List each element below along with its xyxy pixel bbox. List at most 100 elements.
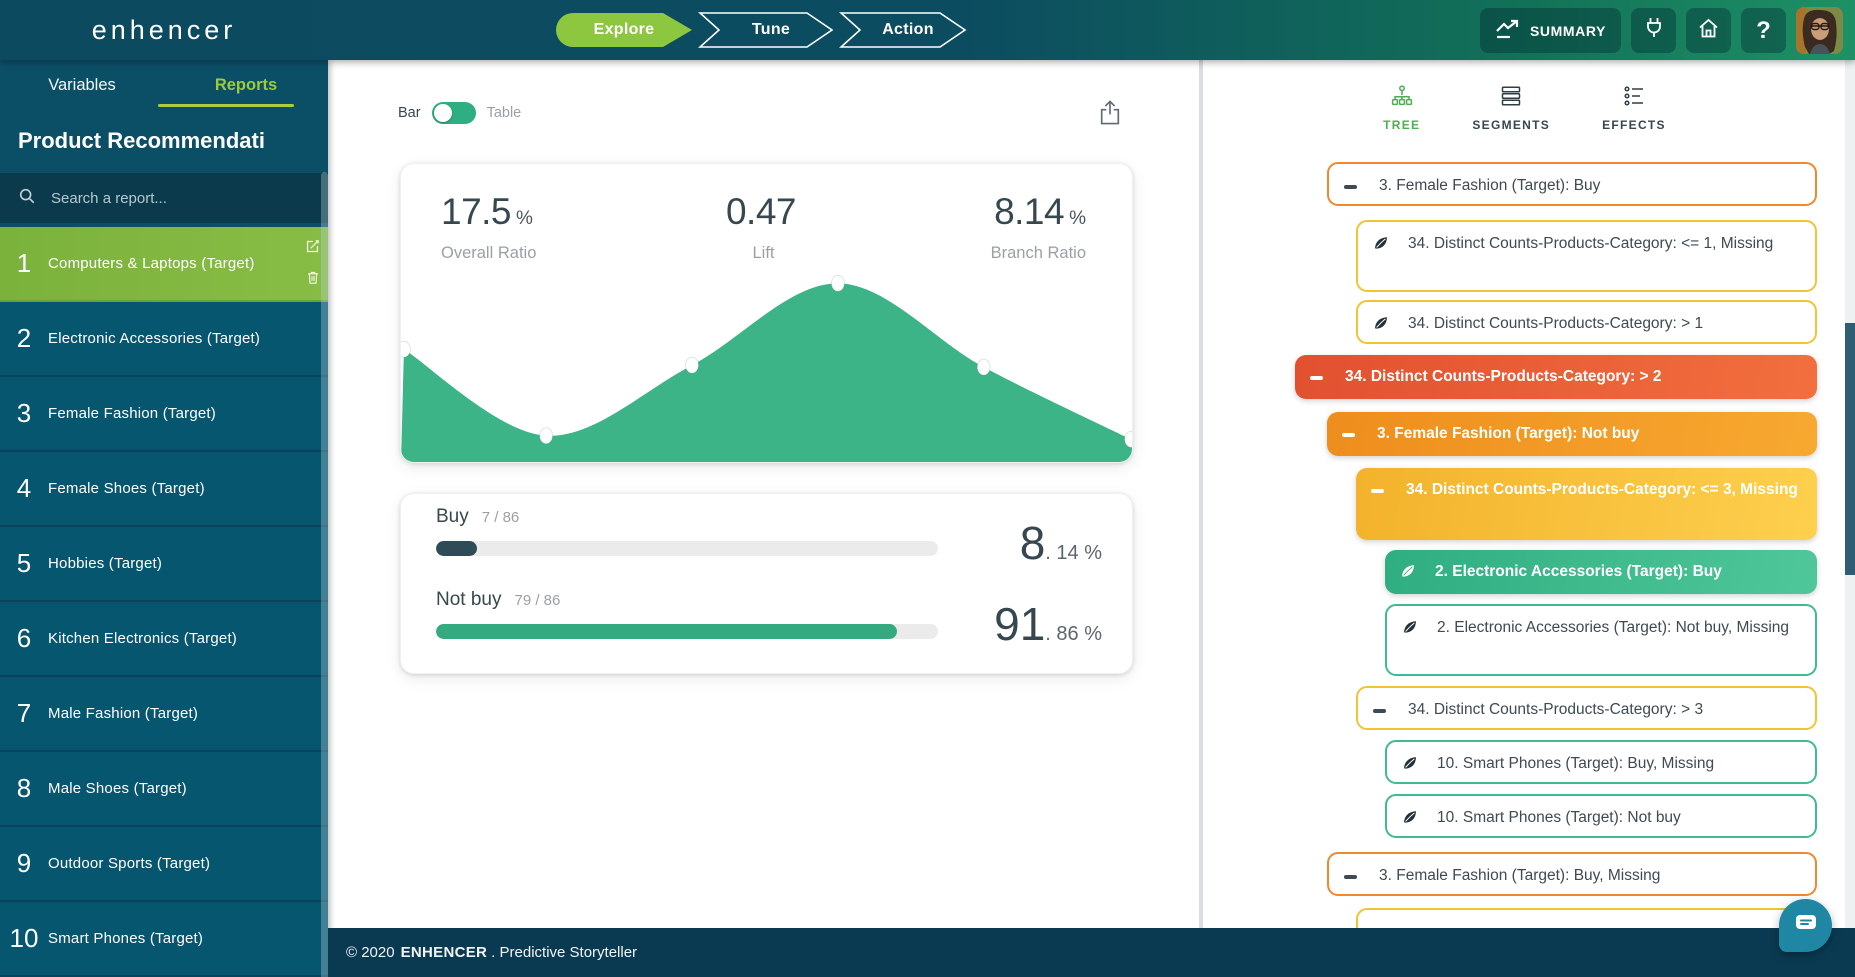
tree-node[interactable]: 2. Electronic Accessories (Target): Buy [1385, 550, 1817, 594]
stat-overall-ratio: 17.5% Overall Ratio [441, 191, 537, 262]
report-row[interactable]: 9 Outdoor Sports (Target) [0, 827, 328, 902]
report-number: 9 [16, 848, 32, 878]
app-window: enhencer Explore Tune Action SUMMARY ? V… [0, 0, 1855, 977]
buy-label: Buy [436, 506, 469, 527]
home-button[interactable] [1686, 8, 1731, 53]
toggle-table-label[interactable]: Table [487, 105, 522, 121]
help-button[interactable]: ? [1741, 8, 1786, 53]
scrollbar-thumb[interactable] [1845, 323, 1855, 575]
outcome-card: Buy 7 / 86 8. 14 % Not buy 79 / 86 91. 8… [400, 493, 1133, 674]
report-row[interactable]: 5 Hobbies (Target) [0, 527, 328, 602]
step-tune[interactable]: Tune [698, 12, 834, 48]
tree-panel: TREE SEGMENTS EFFECTS 3. Female Fashion … [1204, 60, 1845, 928]
tab-tree[interactable]: TREE [1383, 84, 1420, 132]
step-action-label: Action [882, 21, 934, 38]
branch-ratio-label: Branch Ratio [990, 244, 1086, 262]
tree-node[interactable]: 10. Smart Phones (Target): Buy, Missing [1385, 740, 1817, 784]
leaf-icon [1373, 235, 1389, 256]
export-button[interactable] [1098, 98, 1122, 132]
delete-report-icon[interactable] [305, 269, 321, 291]
tree-node[interactable]: 2. Electronic Accessories (Target): Not … [1385, 604, 1817, 676]
tree-panel-tabs: TREE SEGMENTS EFFECTS [1204, 84, 1845, 132]
tab-effects[interactable]: EFFECTS [1602, 84, 1666, 132]
reports-sidebar: Variables Reports Product Recommendati 1… [0, 60, 328, 977]
report-row[interactable]: 6 Kitchen Electronics (Target) [0, 602, 328, 677]
edit-report-icon[interactable] [304, 238, 321, 260]
segments-icon [1499, 84, 1523, 111]
effects-icon [1622, 84, 1646, 111]
summary-button[interactable]: SUMMARY [1479, 8, 1621, 53]
chat-widget-button[interactable] [1779, 899, 1832, 952]
tree-node[interactable]: 34. Distinct Counts-Products-Category: <… [1356, 220, 1817, 292]
tab-variables[interactable]: Variables [0, 76, 164, 95]
report-row[interactable]: 4 Female Shoes (Target) [0, 452, 328, 527]
collapse-minus-icon [1371, 481, 1384, 493]
buy-count: 7 / 86 [481, 509, 520, 526]
tab-segments[interactable]: SEGMENTS [1472, 84, 1550, 132]
lift-value: 0.47 [725, 191, 797, 232]
tree-node-label: 2. Electronic Accessories (Target): Buy [1435, 563, 1722, 580]
leaf-icon [1402, 755, 1418, 776]
tree-node[interactable]: 3. Female Fashion (Target): Not buy [1327, 412, 1817, 456]
step-tune-label: Tune [751, 21, 791, 38]
tree-node[interactable]: 10. Smart Phones (Target): Not buy [1385, 794, 1817, 838]
report-list: 1 Computers & Laptops (Target) 2 Electronic… [0, 227, 328, 977]
report-row[interactable]: 3 Female Fashion (Target) [0, 377, 328, 452]
footer: © 2020 ENHENCER. Predictive Storyteller [328, 928, 1855, 977]
collapse-minus-icon [1310, 368, 1323, 380]
notbuy-count: 79 / 86 [514, 592, 561, 609]
search-input[interactable] [49, 188, 310, 208]
bar-table-switch[interactable] [431, 102, 476, 124]
tree-node-label: 34. Distinct Counts-Products-Category: <… [1408, 235, 1774, 252]
report-row[interactable]: 7 Male Fashion (Target) [0, 677, 328, 752]
notbuy-progress-fill [436, 624, 898, 639]
sidebar-tabs: Variables Reports [0, 60, 328, 110]
report-number: 8 [16, 773, 32, 803]
tree-node[interactable]: 34. Distinct Counts-Products-Category: >… [1356, 300, 1817, 344]
buy-progress-fill [436, 541, 477, 556]
active-tab-underline [158, 104, 294, 107]
report-row[interactable]: 8 Male Shoes (Target) [0, 752, 328, 827]
branch-stats-card: 17.5% Overall Ratio 0.47 Lift 8.14% Bran… [400, 163, 1133, 463]
lift-label: Lift [752, 244, 775, 262]
report-row[interactable]: 1 Computers & Laptops (Target) [0, 227, 328, 302]
step-action[interactable]: Action [839, 12, 967, 48]
tree-node-label: 10. Smart Phones (Target): Buy, Missing [1437, 755, 1715, 772]
connections-button[interactable] [1631, 8, 1676, 53]
tree-node[interactable]: 34. Distinct Counts-Products-Category: >… [1356, 686, 1817, 730]
report-actions [304, 238, 321, 291]
report-label: Outdoor Sports (Target) [48, 855, 211, 872]
report-row[interactable]: 2 Electronic Accessories (Target) [0, 302, 328, 377]
report-number: 3 [16, 398, 32, 428]
report-row[interactable]: 10 Smart Phones (Target) [0, 902, 328, 977]
buy-progress-bar [436, 541, 938, 556]
tree-node[interactable]: 34. Distinct Counts-Products-Category: <… [1356, 468, 1817, 540]
tree-node-label [1358, 910, 1815, 921]
tab-reports[interactable]: Reports [164, 76, 328, 95]
tree-node[interactable]: 3. Female Fashion (Target): Buy [1327, 162, 1817, 206]
toggle-bar-label[interactable]: Bar [398, 105, 421, 121]
stat-branch-ratio: 8.14% Branch Ratio [990, 191, 1086, 262]
footer-copyright: © 2020 [346, 944, 395, 961]
page-scrollbar[interactable] [1845, 60, 1855, 928]
footer-tagline: . Predictive Storyteller [491, 944, 638, 961]
project-title: Product Recommendati [18, 128, 265, 153]
report-label: Kitchen Electronics (Target) [48, 630, 238, 647]
report-label: Female Shoes (Target) [48, 480, 205, 497]
stats-row: 17.5% Overall Ratio 0.47 Lift 8.14% Bran… [401, 164, 1132, 263]
tree-node-label: 2. Electronic Accessories (Target): Not … [1437, 619, 1790, 636]
user-avatar[interactable] [1796, 7, 1843, 54]
report-label: Electronic Accessories (Target) [48, 330, 261, 347]
tree-node[interactable] [1356, 908, 1817, 928]
notbuy-percentage: 91. 86 % [994, 598, 1102, 650]
tree-node-label: 34. Distinct Counts-Products-Category: >… [1408, 701, 1704, 718]
header-buttons: SUMMARY ? [1479, 7, 1843, 54]
tree-node[interactable]: 34. Distinct Counts-Products-Category: >… [1295, 355, 1817, 399]
tree-node-label: 34. Distinct Counts-Products-Category: >… [1345, 368, 1662, 385]
step-explore[interactable]: Explore [555, 12, 693, 48]
tree-node[interactable]: 3. Female Fashion (Target): Buy, Missing [1327, 852, 1817, 896]
sidebar-scrollbar[interactable] [321, 172, 328, 977]
report-number: 10 [9, 923, 39, 953]
report-search[interactable] [0, 173, 328, 223]
leaf-icon [1373, 315, 1389, 336]
